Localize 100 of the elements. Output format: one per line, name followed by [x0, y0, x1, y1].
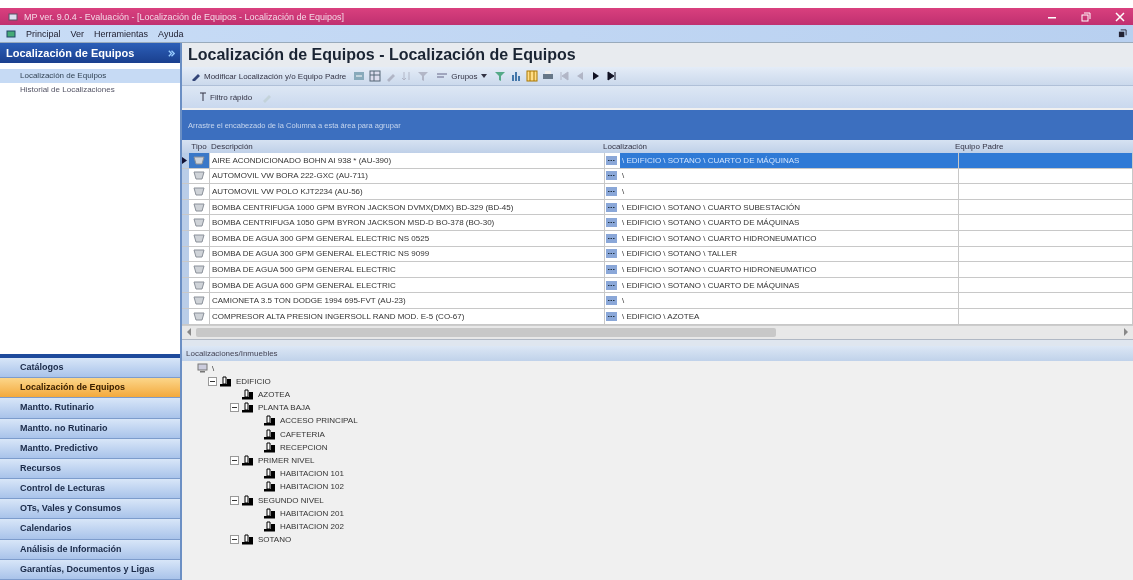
scrollbar-thumb[interactable]	[196, 327, 776, 337]
folder-icon	[219, 375, 232, 387]
ellipsis-icon[interactable]	[606, 311, 617, 321]
tree-title: Localizaciones/Inmuebles	[186, 348, 278, 358]
modify-button[interactable]: Modificar Localización y/o Equipo Padre	[188, 68, 350, 84]
table-row[interactable]: CAMIONETA 3.5 TON DODGE 1994 695-FVT (AU-23) \	[182, 293, 1133, 309]
column-header[interactable]: Localización	[603, 142, 955, 151]
ellipsis-icon[interactable]	[606, 280, 617, 290]
table-cell-text: \ EDIFICIO \ SOTANO \ CUARTO SUBESTACIÓN	[621, 201, 802, 214]
grid-icon[interactable]	[369, 70, 382, 82]
chart-icon[interactable]	[509, 70, 522, 82]
table-row[interactable]: BOMBA CENTRIFUGA 1050 GPM BYRON JACKSON MSD-D BO-378 (BO-30) \ EDIFICIO \ SOTANO \ CUARTO DE MÁQUINAS	[182, 215, 1133, 231]
folder-icon	[241, 454, 254, 466]
tree-item[interactable]: HABITACION 101	[278, 469, 344, 479]
columns-icon[interactable]	[525, 70, 538, 82]
export-icon[interactable]	[353, 70, 366, 82]
window-menu-icon[interactable]	[6, 28, 16, 39]
nav-button[interactable]: Calendarios	[0, 519, 180, 540]
close-icon[interactable]	[1115, 11, 1125, 22]
table-cell-text: \ EDIFICIO \ SOTANO \ TALLER	[621, 248, 739, 261]
sidebar-item[interactable]: Historial de Localizaciones	[0, 83, 180, 97]
column-header[interactable]: Tipo	[189, 142, 209, 151]
app-icon	[8, 11, 18, 22]
tree-item[interactable]: ACCESO PRINCIPAL	[278, 416, 358, 426]
restore-icon[interactable]	[1118, 29, 1127, 38]
ellipsis-icon[interactable]	[606, 155, 617, 165]
tree-item[interactable]: CAFETERIA	[278, 429, 325, 439]
print-icon[interactable]	[541, 70, 554, 82]
tree-item[interactable]: PLANTA BAJA	[256, 403, 311, 413]
tree-item[interactable]: HABITACION 102	[278, 482, 344, 492]
nav-button[interactable]: Mantto. no Rutinario	[0, 418, 180, 439]
folder-icon	[263, 481, 276, 493]
tree-item[interactable]: SOTANO	[256, 535, 292, 545]
groups-button[interactable]: Grupos	[433, 68, 490, 84]
nav-button[interactable]: Análisis de Información	[0, 539, 180, 560]
table-cell: COMPRESOR ALTA PRESION INGERSOLL RAND MOD. E-5 (CO-67)	[210, 308, 605, 324]
caret-icon	[480, 74, 487, 78]
column-header[interactable]: Descripción	[209, 142, 603, 151]
expander-icon[interactable]	[230, 403, 239, 413]
folder-icon	[263, 428, 276, 440]
tree-item[interactable]: EDIFICIO	[234, 376, 271, 386]
nav-button[interactable]: Localización de Equipos	[0, 378, 180, 399]
ellipsis-icon[interactable]	[606, 264, 617, 274]
nav-button[interactable]: Control de Lecturas	[0, 479, 180, 500]
nav-button[interactable]: Catálogos	[0, 357, 180, 379]
menu-item[interactable]: Ver	[70, 28, 85, 39]
sidebar-item[interactable]: Localización de Equipos	[0, 69, 180, 83]
tree-item[interactable]: AZOTEA	[256, 390, 290, 399]
collapse-icon[interactable]	[167, 48, 176, 58]
menu-item[interactable]: Herramientas	[94, 28, 149, 39]
nav-button[interactable]: Recursos	[0, 458, 180, 480]
table-cell: AIRE ACONDICIONADO BOHN AI 938 * (AU-390)	[210, 153, 605, 168]
ellipsis-icon[interactable]	[606, 171, 617, 181]
table-row[interactable]: AUTOMOVIL VW POLO KJT2234 (AU-56) \	[182, 184, 1133, 200]
folder-icon	[263, 468, 276, 480]
table-cell: CAMIONETA 3.5 TON DODGE 1994 695-FVT (AU-23)	[210, 293, 605, 308]
expander-icon[interactable]	[208, 376, 217, 386]
quick-filter-button[interactable]: Filtro rápido	[196, 89, 256, 105]
scroll-right-icon[interactable]	[1123, 328, 1129, 337]
scroll-left-icon[interactable]	[186, 328, 192, 337]
table-cell-text: \ EDIFICIO \ SOTANO \ CUARTO DE MÁQUINAS	[621, 217, 801, 230]
expander-icon[interactable]	[230, 495, 239, 505]
folder-icon	[263, 415, 276, 427]
table-row[interactable]: AIRE ACONDICIONADO BOHN AI 938 * (AU-390) \ EDIFICIO \ SOTANO \ CUARTO DE MÁQUINAS	[182, 153, 1133, 169]
table-cell-text: \	[621, 170, 626, 183]
nav-button[interactable]: Mantto. Rutinario	[0, 398, 180, 419]
tree-item[interactable]: HABITACION 202	[278, 521, 344, 531]
table-cell: BOMBA DE AGUA 500 GPM GENERAL ELECTRIC	[210, 262, 605, 277]
table-cell: BOMBA CENTRIFUGA 1000 GPM BYRON JACKSON DVMX(DMX) BD-329 (BD-45)	[210, 199, 605, 215]
funnel-icon[interactable]	[493, 70, 506, 82]
tree-item[interactable]: RECEPCION	[278, 442, 328, 452]
table-cell: BOMBA DE AGUA 600 GPM GENERAL ELECTRIC	[210, 277, 605, 293]
row-indicator[interactable]	[182, 153, 189, 168]
nav-button[interactable]: Garantías, Documentos y Ligas	[0, 559, 180, 580]
expander-icon[interactable]	[230, 455, 239, 465]
tree-item[interactable]: PRIMER NIVEL	[256, 455, 315, 465]
nav-button[interactable]: OTs, Vales y Consumos	[0, 499, 180, 520]
table-cell-text: \	[621, 295, 626, 308]
nav-button[interactable]: Mantto. Predictivo	[0, 438, 180, 459]
folder-icon	[241, 389, 254, 400]
ellipsis-icon[interactable]	[606, 187, 617, 196]
ellipsis-icon[interactable]	[606, 218, 617, 228]
folder-icon	[241, 494, 254, 506]
ellipsis-icon[interactable]	[606, 233, 617, 243]
expander-icon[interactable]	[230, 535, 239, 545]
tree-item[interactable]: HABITACION 201	[278, 508, 344, 518]
table-cell-text: \ EDIFICIO \ SOTANO \ CUARTO HIDRONEUMATICO	[621, 263, 818, 276]
folder-icon	[263, 441, 276, 453]
tree-item[interactable]: SEGUNDO NIVEL	[256, 495, 324, 505]
menu-item[interactable]: Principal	[26, 28, 61, 39]
menu-item[interactable]: Ayuda	[158, 28, 184, 39]
column-header[interactable]: Equipo Padre	[955, 142, 1133, 151]
last-icon[interactable]	[605, 70, 618, 82]
table-row[interactable]: BOMBA DE AGUA 500 GPM GENERAL ELECTRIC \ EDIFICIO \ SOTANO \ CUARTO HIDRONEUMATICO	[182, 262, 1133, 278]
ellipsis-icon[interactable]	[606, 296, 617, 306]
table-cell: BOMBA DE AGUA 300 GPM GENERAL ELECTRIC NS 0525	[210, 230, 605, 246]
table-cell-text: \	[621, 186, 626, 198]
ellipsis-icon[interactable]	[606, 249, 617, 259]
ellipsis-icon[interactable]	[606, 202, 617, 212]
tree-item[interactable]: \	[210, 363, 215, 373]
